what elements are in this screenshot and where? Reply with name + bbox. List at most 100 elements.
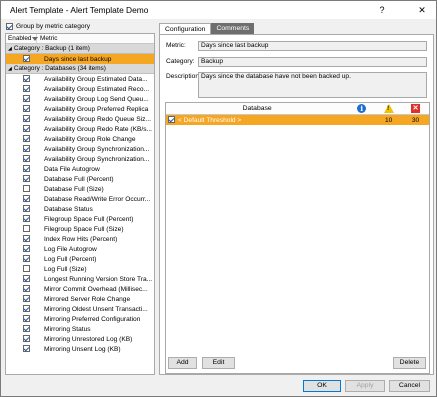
- collapse-triangle-icon[interactable]: ◢: [8, 46, 12, 52]
- delete-button[interactable]: Delete: [393, 357, 426, 369]
- metric-row[interactable]: Mirror Commit Overhead (Millisec...: [6, 284, 154, 294]
- threshold-critical-value[interactable]: 30: [402, 117, 429, 124]
- category-header-backup[interactable]: ◢ Category : Backup (1 item): [6, 44, 154, 54]
- metric-enabled-checkbox[interactable]: [23, 235, 30, 243]
- metric-enabled-checkbox[interactable]: [23, 225, 30, 233]
- metric-row[interactable]: Filegroup Space Full (Size): [6, 224, 154, 234]
- metric-row[interactable]: Mirrored Server Role Change: [6, 294, 154, 304]
- metric-enabled-checkbox[interactable]: [23, 95, 30, 103]
- metric-row[interactable]: Mirroring Unrestored Log (KB): [6, 334, 154, 344]
- metric-enabled-checkbox[interactable]: [23, 105, 30, 113]
- metric-column-header[interactable]: Metric: [37, 35, 57, 42]
- metric-row[interactable]: Availability Group Redo Queue Siz...: [6, 114, 154, 124]
- metric-row[interactable]: Longest Running Version Store Tra...: [6, 274, 154, 284]
- threshold-warning-value[interactable]: 10: [375, 117, 402, 124]
- group-by-category-toggle[interactable]: Group by metric category: [6, 22, 90, 31]
- configuration-panel: Metric: Days since last backup Category:…: [159, 34, 434, 375]
- metric-row[interactable]: Database Full (Percent): [6, 174, 154, 184]
- metric-row[interactable]: Database Full (Size): [6, 184, 154, 194]
- threshold-name: < Default Threshold >: [177, 116, 242, 124]
- metric-enabled-checkbox[interactable]: [23, 125, 30, 133]
- metric-row[interactable]: Mirroring Status: [6, 324, 154, 334]
- metric-enabled-checkbox[interactable]: [23, 275, 30, 283]
- metric-row[interactable]: Database Read/Write Error Occurr...: [6, 194, 154, 204]
- metric-row[interactable]: Availability Group Synchronization...: [6, 144, 154, 154]
- critical-column-header[interactable]: ✕: [402, 104, 429, 113]
- metric-enabled-checkbox[interactable]: [23, 215, 30, 223]
- apply-button[interactable]: Apply: [345, 380, 385, 392]
- close-button[interactable]: ✕: [413, 3, 431, 17]
- group-by-checkbox[interactable]: [6, 23, 13, 30]
- database-column-header[interactable]: Database: [166, 105, 348, 112]
- metric-row[interactable]: Log Full (Percent): [6, 254, 154, 264]
- collapse-triangle-icon[interactable]: ◢: [8, 66, 12, 72]
- metric-label: Mirroring Status: [44, 325, 91, 333]
- metric-enabled-checkbox[interactable]: [23, 295, 30, 303]
- metric-enabled-checkbox[interactable]: [23, 335, 30, 343]
- metric-row[interactable]: Log File Autogrow: [6, 244, 154, 254]
- metric-row[interactable]: Filegroup Space Full (Percent): [6, 214, 154, 224]
- metric-row[interactable]: Index Row Hits (Percent): [6, 234, 154, 244]
- metric-row[interactable]: Data File Autogrow: [6, 164, 154, 174]
- warning-column-header[interactable]: !: [375, 104, 402, 113]
- metric-enabled-checkbox[interactable]: [23, 195, 30, 203]
- metric-enabled-checkbox[interactable]: [23, 315, 30, 323]
- add-button[interactable]: Add: [168, 357, 197, 369]
- edit-button[interactable]: Edit: [202, 357, 235, 369]
- tab-comments[interactable]: Comments: [211, 23, 255, 34]
- threshold-checkbox[interactable]: [168, 116, 175, 124]
- tab-strip: Configuration Comments: [159, 23, 255, 34]
- metric-enabled-checkbox[interactable]: [23, 155, 30, 163]
- metric-enabled-checkbox[interactable]: [23, 145, 30, 153]
- metric-row[interactable]: Availability Group Role Change: [6, 134, 154, 144]
- metric-row[interactable]: Availability Group Log Send Queu...: [6, 94, 154, 104]
- metric-enabled-checkbox[interactable]: [23, 85, 30, 93]
- metric-row[interactable]: Database Status: [6, 204, 154, 214]
- metric-label: Index Row Hits (Percent): [44, 235, 118, 243]
- threshold-row[interactable]: < Default Threshold > 10 30: [166, 115, 429, 125]
- window-title: Alert Template - Alert Template Demo: [10, 5, 149, 15]
- metric-row[interactable]: Mirroring Unsent Log (KB): [6, 344, 154, 354]
- metric-enabled-checkbox[interactable]: [23, 345, 30, 353]
- metric-field: Days since last backup: [198, 41, 427, 51]
- metric-label: Mirrored Server Role Change: [44, 295, 131, 303]
- metric-enabled-checkbox[interactable]: [23, 185, 30, 193]
- metric-label: Availability Group Role Change: [44, 135, 136, 143]
- metric-label: Log Full (Size): [44, 265, 87, 273]
- metric-label: Availability Group Log Send Queu...: [44, 95, 149, 103]
- metric-row[interactable]: Mirroring Oldest Unsent Transacti...: [6, 304, 154, 314]
- metric-enabled-checkbox[interactable]: [23, 175, 30, 183]
- metric-row[interactable]: Availability Group Preferred Replica: [6, 104, 154, 114]
- metric-enabled-checkbox[interactable]: [23, 305, 30, 313]
- ok-button[interactable]: OK: [303, 380, 341, 392]
- metric-label: Availability Group Estimated Data...: [44, 75, 148, 83]
- tab-configuration[interactable]: Configuration: [159, 23, 212, 34]
- metric-row[interactable]: Log Full (Size): [6, 264, 154, 274]
- enabled-column-header[interactable]: Enabled: [6, 34, 39, 43]
- description-field: Days since the database have not been ba…: [198, 72, 427, 98]
- metric-row[interactable]: Availability Group Synchronization...: [6, 154, 154, 164]
- metric-enabled-checkbox[interactable]: [23, 135, 30, 143]
- metric-enabled-checkbox[interactable]: [23, 245, 30, 253]
- metric-row[interactable]: Mirroring Preferred Configuration: [6, 314, 154, 324]
- help-button[interactable]: ?: [373, 3, 391, 17]
- metric-row[interactable]: Days since last backup: [6, 54, 154, 64]
- threshold-grid: Database i ! ✕ < Default Threshold > 10 …: [165, 102, 430, 374]
- metric-enabled-checkbox[interactable]: [23, 75, 30, 83]
- metric-enabled-checkbox[interactable]: [23, 115, 30, 123]
- metric-enabled-checkbox[interactable]: [23, 55, 30, 63]
- info-column-header[interactable]: i: [348, 104, 375, 113]
- metric-label: Mirror Commit Overhead (Millisec...: [44, 285, 148, 293]
- category-header-databases[interactable]: ◢ Category : Databases (34 items): [6, 64, 154, 74]
- metric-enabled-checkbox[interactable]: [23, 165, 30, 173]
- metric-enabled-checkbox[interactable]: [23, 205, 30, 213]
- metric-label: Database Status: [44, 205, 93, 213]
- cancel-button[interactable]: Cancel: [389, 380, 430, 392]
- metric-enabled-checkbox[interactable]: [23, 285, 30, 293]
- metric-row[interactable]: Availability Group Estimated Reco...: [6, 84, 154, 94]
- metric-row[interactable]: Availability Group Redo Rate (KB/s...: [6, 124, 154, 134]
- metric-row[interactable]: Availability Group Estimated Data...: [6, 74, 154, 84]
- metric-enabled-checkbox[interactable]: [23, 325, 30, 333]
- metric-enabled-checkbox[interactable]: [23, 255, 30, 263]
- metric-enabled-checkbox[interactable]: [23, 265, 30, 273]
